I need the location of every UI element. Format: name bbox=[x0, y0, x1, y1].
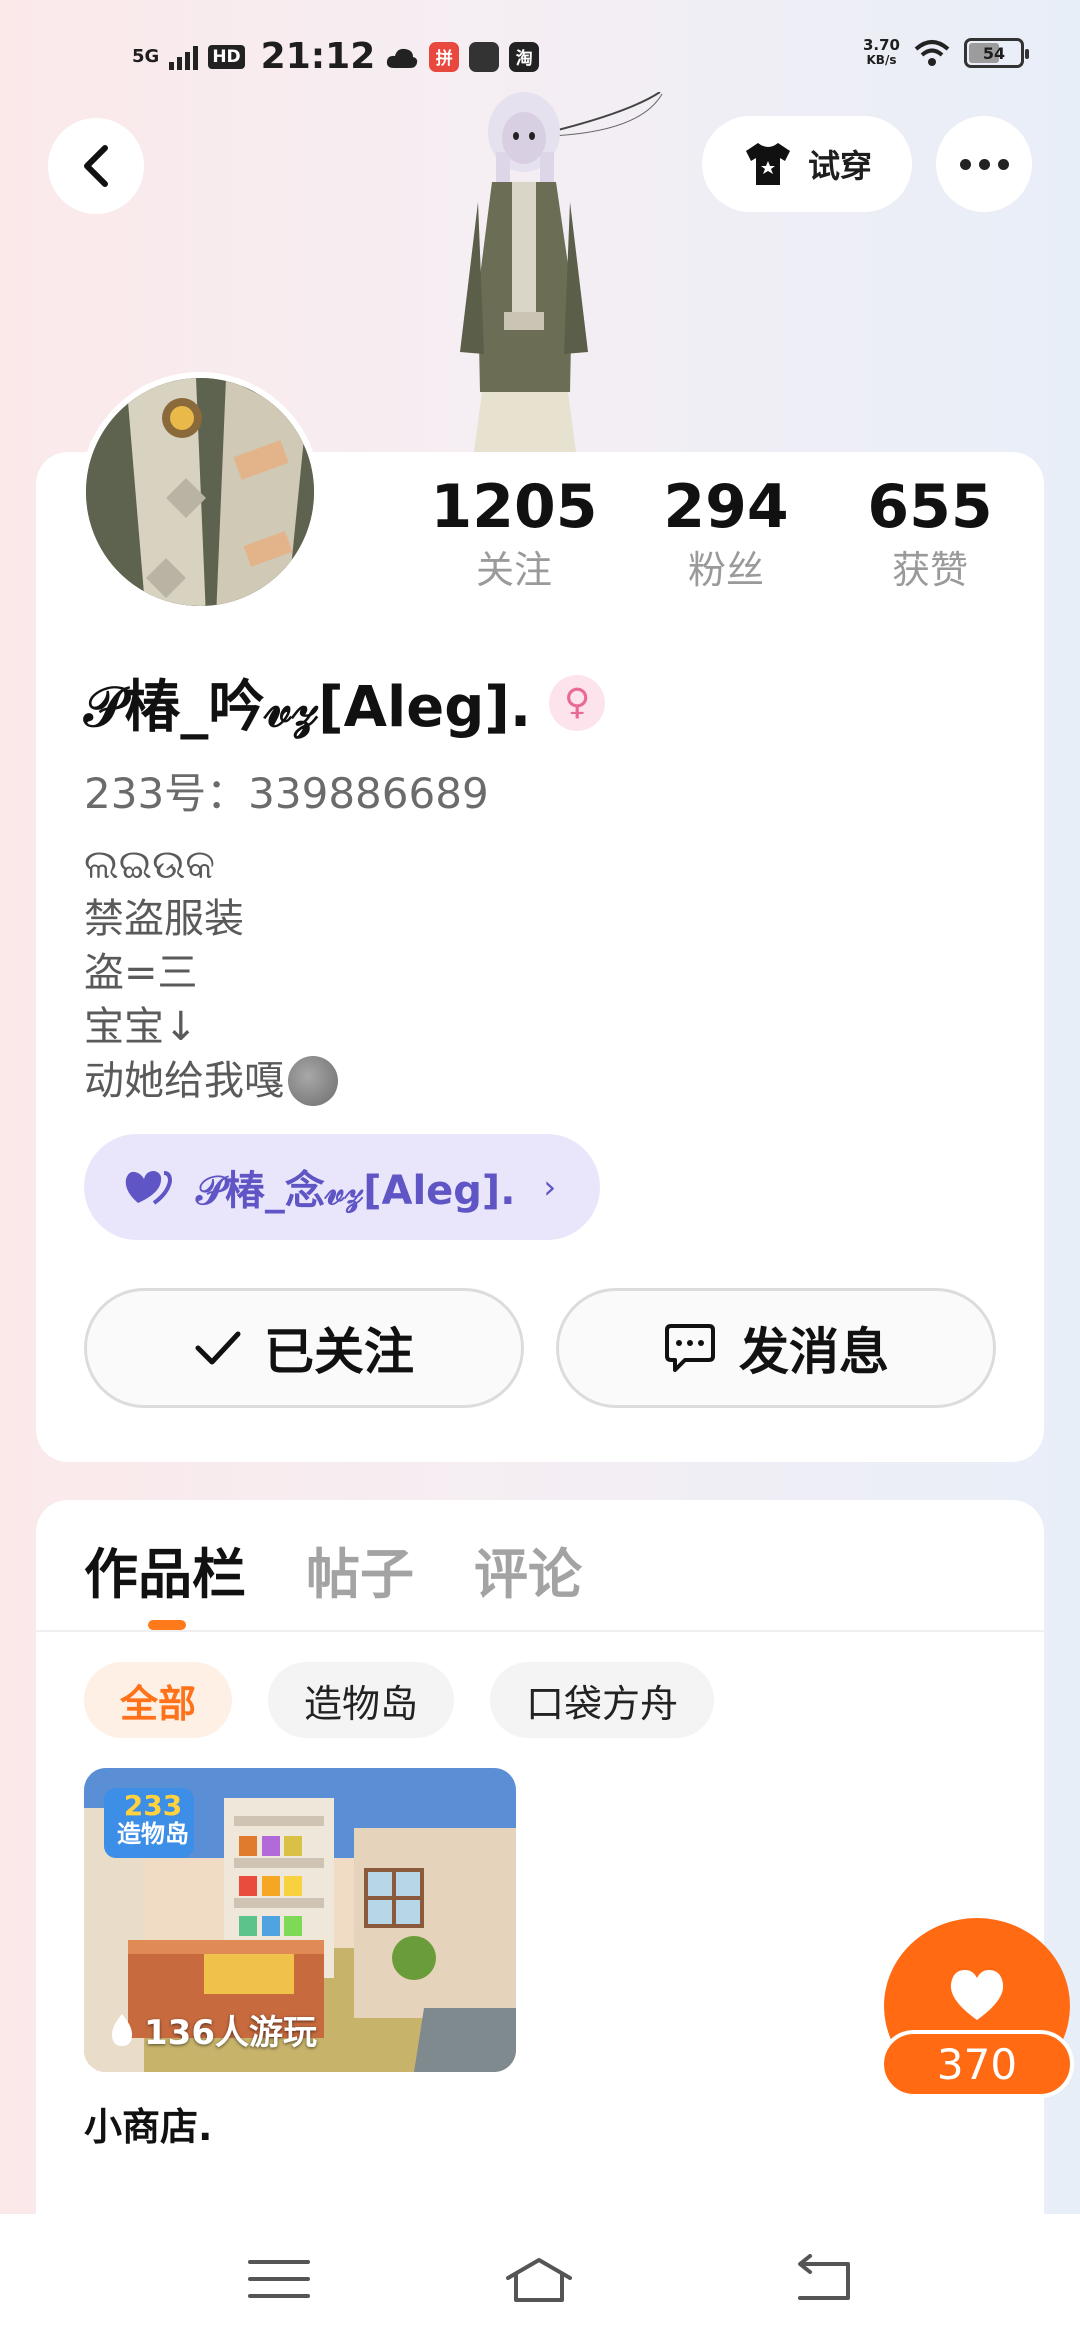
stat-value: 1205 bbox=[430, 472, 598, 542]
user-id: 233号：339886689 bbox=[84, 769, 489, 818]
tab-posts[interactable]: 帖子 bbox=[306, 1530, 414, 1609]
divider bbox=[36, 1630, 1044, 1632]
content-tabs: 作品栏 帖子 评论 bbox=[84, 1530, 582, 1609]
chevron-right-icon: › bbox=[543, 1168, 557, 1206]
flame-icon bbox=[112, 2013, 132, 2046]
bio: ଲଇଉକ 禁盗服装 盗=三 宝宝↓ 动她给我嘎 bbox=[84, 838, 338, 1108]
game-card[interactable]: 233 造物岛 136人游玩 bbox=[84, 1768, 516, 2072]
send-message-label: 发消息 bbox=[739, 1323, 889, 1381]
chevron-left-icon bbox=[84, 145, 108, 187]
home-icon[interactable] bbox=[504, 2254, 574, 2304]
signal-icon bbox=[169, 44, 199, 70]
hd-badge: HD bbox=[208, 44, 245, 69]
app-icon bbox=[469, 41, 500, 72]
moon-face-emoji-icon bbox=[288, 1056, 338, 1106]
tab-works[interactable]: 作品栏 bbox=[84, 1530, 246, 1609]
bio-line: 盗=三 bbox=[84, 950, 198, 996]
game-title[interactable]: 小商店. bbox=[84, 2096, 212, 2151]
net-speed: 3.70 KB/s bbox=[862, 36, 900, 68]
filter-chips: 全部 造物岛 口袋方舟 bbox=[84, 1662, 715, 1738]
battery-icon: 54 bbox=[964, 38, 1029, 68]
chat-bubble-icon bbox=[665, 1324, 715, 1372]
stat-label: 粉丝 bbox=[687, 548, 764, 592]
menu-icon[interactable] bbox=[244, 2254, 314, 2304]
stat-label: 关注 bbox=[475, 548, 552, 592]
bio-line: 禁盗服装 bbox=[84, 896, 244, 942]
heart-icon bbox=[950, 1970, 1004, 2020]
network-label: 5G bbox=[132, 45, 160, 67]
system-nav-bar bbox=[0, 2214, 1080, 2340]
filter-all[interactable]: 全部 bbox=[84, 1662, 233, 1738]
players-count: 136人游玩 bbox=[108, 2005, 317, 2054]
stat-value: 655 bbox=[867, 472, 993, 542]
taobao-icon: 淘 bbox=[509, 41, 540, 72]
cp-link[interactable]: 𝒫椿_念𝓋𝓏[Aleg]. › bbox=[84, 1134, 600, 1240]
nickname-row: 𝒫椿_吟𝓋𝓏[Aleg]. ♀ bbox=[84, 662, 606, 743]
female-icon: ♀ bbox=[549, 674, 606, 731]
game-badge: 233 造物岛 bbox=[117, 1789, 189, 1849]
cp-name: 𝒫椿_念𝓋𝓏[Aleg]. bbox=[196, 1168, 516, 1214]
wifi-icon bbox=[914, 40, 950, 66]
filter-pocket-ark[interactable]: 口袋方舟 bbox=[490, 1662, 715, 1738]
stat-followers[interactable]: 294 粉丝 bbox=[626, 472, 826, 598]
bio-line: 动她给我嘎 bbox=[84, 1054, 338, 1108]
send-message-button[interactable]: 发消息 bbox=[556, 1288, 996, 1408]
nickname: 𝒫椿_吟𝓋𝓏[Aleg]. bbox=[84, 675, 532, 740]
cloud-icon bbox=[387, 48, 418, 68]
shirt-icon bbox=[745, 143, 790, 185]
avatar-character bbox=[460, 92, 663, 452]
following-label: 已关注 bbox=[264, 1323, 414, 1381]
stat-following[interactable]: 1205 关注 bbox=[414, 472, 614, 598]
more-button[interactable] bbox=[936, 116, 1032, 212]
like-button[interactable]: 370 bbox=[880, 1918, 1074, 2098]
try-on-label: 试穿 bbox=[807, 147, 872, 185]
pdd-icon: 拼 bbox=[429, 41, 460, 72]
check-icon bbox=[195, 1331, 241, 1365]
stat-likes[interactable]: 655 获赞 bbox=[830, 472, 1030, 598]
bio-line: ଲଇଉକ bbox=[84, 842, 215, 888]
back-button[interactable] bbox=[48, 118, 144, 214]
stat-value: 294 bbox=[663, 472, 789, 542]
try-on-button[interactable]: 试穿 bbox=[702, 116, 912, 212]
more-dot-icon bbox=[959, 158, 971, 170]
back-nav-icon[interactable] bbox=[790, 2254, 860, 2304]
like-count: 370 bbox=[880, 2030, 1074, 2098]
following-button[interactable]: 已关注 bbox=[84, 1288, 524, 1408]
filter-creation-island[interactable]: 造物岛 bbox=[268, 1662, 455, 1738]
clock: 21:12 bbox=[260, 36, 376, 77]
tab-comments[interactable]: 评论 bbox=[474, 1530, 582, 1609]
stats-row: 1205 关注 294 粉丝 655 获赞 bbox=[0, 472, 1080, 612]
players-label: 136人游玩 bbox=[144, 2013, 317, 2053]
bio-line: 宝宝↓ bbox=[84, 1004, 198, 1050]
stat-label: 获赞 bbox=[891, 548, 968, 592]
tab-indicator bbox=[148, 1620, 186, 1630]
bio-text: 动她给我嘎 bbox=[84, 1058, 284, 1104]
double-heart-icon bbox=[125, 1171, 173, 1205]
